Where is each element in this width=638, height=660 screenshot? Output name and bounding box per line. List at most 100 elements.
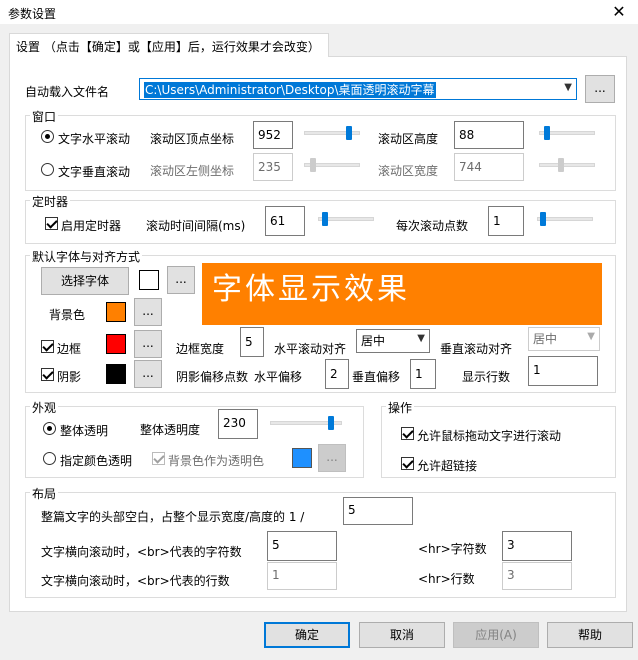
whole-opacity-input[interactable]: 230 — [218, 409, 258, 439]
bg-color-swatch[interactable] — [106, 302, 126, 322]
top-coord-slider[interactable] — [346, 126, 352, 140]
shadow-checkbox[interactable] — [41, 368, 54, 381]
window-title: 参数设置 — [8, 7, 57, 21]
width-label: 滚动区宽度 — [378, 164, 439, 178]
allow-link-label: 允许超链接 — [417, 459, 478, 473]
layout-group-title: 布局 — [30, 485, 59, 502]
chevron-down-icon: ▼ — [417, 333, 425, 344]
height-slider[interactable] — [544, 126, 550, 140]
head-blank-label: 整篇文字的头部空白，占整个显示宽度/高度的 1 / — [41, 510, 305, 524]
color-transparent-radio[interactable] — [43, 452, 56, 465]
chevron-down-icon: ▼ — [564, 82, 572, 93]
top-coord-input[interactable]: 952 — [253, 121, 293, 149]
hr-chars-input[interactable]: 3 — [502, 531, 572, 561]
border-checkbox[interactable] — [41, 340, 54, 353]
bg-as-transparent-label: 背景色作为透明色 — [168, 454, 265, 468]
height-label: 滚动区高度 — [378, 132, 439, 146]
border-color-button[interactable]: ... — [134, 330, 162, 358]
bg-color-button[interactable]: ... — [134, 298, 162, 326]
autoload-browse-button[interactable]: ... — [585, 75, 615, 103]
step-slider[interactable] — [540, 212, 546, 226]
horizontal-scroll-label: 文字水平滚动 — [58, 132, 131, 146]
font-color-swatch[interactable] — [139, 270, 159, 290]
v-offset-label: 垂直偏移 — [352, 370, 401, 384]
rows-input[interactable]: 1 — [528, 356, 598, 386]
autoload-combo[interactable]: C:\Users\Administrator\Desktop\桌面透明滚动字幕 … — [139, 78, 577, 100]
enable-timer-label: 启用定时器 — [61, 219, 122, 233]
shadow-color-swatch[interactable] — [106, 364, 126, 384]
head-blank-input[interactable]: 5 — [343, 497, 413, 525]
font-group-title: 默认字体与对齐方式 — [30, 248, 143, 265]
help-button[interactable]: 帮助 — [547, 622, 633, 648]
v-align-value: 居中 — [533, 332, 558, 346]
vertical-scroll-label: 文字垂直滚动 — [58, 165, 131, 179]
autoload-label: 自动载入文件名 — [25, 85, 110, 99]
font-color-button[interactable]: ... — [167, 266, 195, 294]
appearance-group-title: 外观 — [30, 399, 59, 416]
shadow-label: 阴影 — [57, 370, 82, 384]
whole-transparent-label: 整体透明 — [60, 424, 109, 438]
whole-opacity-label: 整体透明度 — [140, 423, 201, 437]
whole-opacity-slider[interactable] — [328, 416, 334, 430]
timer-group-title: 定时器 — [30, 193, 71, 210]
enable-timer-checkbox[interactable] — [45, 217, 58, 230]
ok-button[interactable]: 确定 — [264, 622, 350, 648]
hr-rows-label: <hr>行数 — [418, 572, 475, 586]
interval-slider[interactable] — [322, 212, 328, 226]
shadow-offset-label: 阴影偏移点数 — [176, 370, 249, 384]
close-icon[interactable]: ✕ — [606, 2, 632, 22]
whole-transparent-radio[interactable] — [43, 422, 56, 435]
top-coord-label: 滚动区顶点坐标 — [150, 132, 235, 146]
br-rows-label: 文字横向滚动时，<br>代表的行数 — [41, 574, 230, 588]
left-coord-input[interactable]: 235 — [253, 153, 293, 181]
allow-drag-label: 允许鼠标拖动文字进行滚动 — [417, 429, 562, 443]
border-width-label: 边框宽度 — [176, 342, 225, 356]
rows-label: 显示行数 — [462, 370, 511, 384]
ops-group-title: 操作 — [386, 399, 415, 416]
title-bar — [0, 0, 638, 24]
v-align-select[interactable]: 居中 ▼ — [528, 327, 600, 351]
vertical-scroll-radio[interactable] — [41, 163, 54, 176]
bg-as-transparent-checkbox[interactable] — [152, 452, 165, 465]
br-rows-input[interactable]: 1 — [267, 562, 337, 590]
border-width-input[interactable]: 5 — [240, 327, 264, 357]
autoload-value: C:\Users\Administrator\Desktop\桌面透明滚动字幕 — [144, 82, 436, 98]
v-offset-input[interactable]: 1 — [410, 359, 436, 389]
hr-chars-label: <hr>字符数 — [418, 542, 487, 556]
step-input[interactable]: 1 — [488, 206, 524, 236]
interval-label: 滚动时间间隔(ms) — [146, 219, 246, 233]
interval-input[interactable]: 61 — [265, 206, 305, 236]
allow-drag-checkbox[interactable] — [401, 427, 414, 440]
shadow-color-button[interactable]: ... — [134, 360, 162, 388]
transparent-color-swatch[interactable] — [292, 448, 312, 468]
left-coord-slider[interactable] — [310, 158, 316, 172]
h-align-label: 水平滚动对齐 — [274, 342, 347, 356]
cancel-button[interactable]: 取消 — [359, 622, 445, 648]
left-coord-label: 滚动区左侧坐标 — [150, 164, 235, 178]
apply-button[interactable]: 应用(A) — [453, 622, 539, 648]
horizontal-scroll-radio[interactable] — [41, 130, 54, 143]
h-align-select[interactable]: 居中 ▼ — [356, 329, 430, 353]
transparent-color-button[interactable]: ... — [318, 444, 346, 472]
width-slider-track — [539, 163, 595, 167]
border-color-swatch[interactable] — [106, 334, 126, 354]
h-offset-input[interactable]: 2 — [325, 359, 349, 389]
hr-rows-input[interactable]: 3 — [502, 562, 572, 590]
height-input[interactable]: 88 — [454, 121, 524, 149]
v-align-label: 垂直滚动对齐 — [440, 342, 513, 356]
width-slider[interactable] — [558, 158, 564, 172]
br-chars-input[interactable]: 5 — [267, 531, 337, 561]
width-input[interactable]: 744 — [454, 153, 524, 181]
font-preview: 字体显示效果 — [202, 263, 602, 325]
h-align-value: 居中 — [361, 334, 386, 348]
allow-link-checkbox[interactable] — [401, 457, 414, 470]
color-transparent-label: 指定颜色透明 — [60, 454, 133, 468]
tab-settings[interactable]: 设置 （点击【确定】或【应用】后，运行效果才会改变） — [9, 33, 329, 57]
chevron-down-icon: ▼ — [587, 331, 595, 342]
h-offset-label: 水平偏移 — [254, 370, 303, 384]
border-label: 边框 — [57, 342, 82, 356]
bg-color-label: 背景色 — [49, 308, 86, 322]
br-chars-label: 文字横向滚动时，<br>代表的字符数 — [41, 545, 242, 559]
choose-font-button[interactable]: 选择字体 — [41, 267, 129, 295]
step-label: 每次滚动点数 — [396, 219, 469, 233]
